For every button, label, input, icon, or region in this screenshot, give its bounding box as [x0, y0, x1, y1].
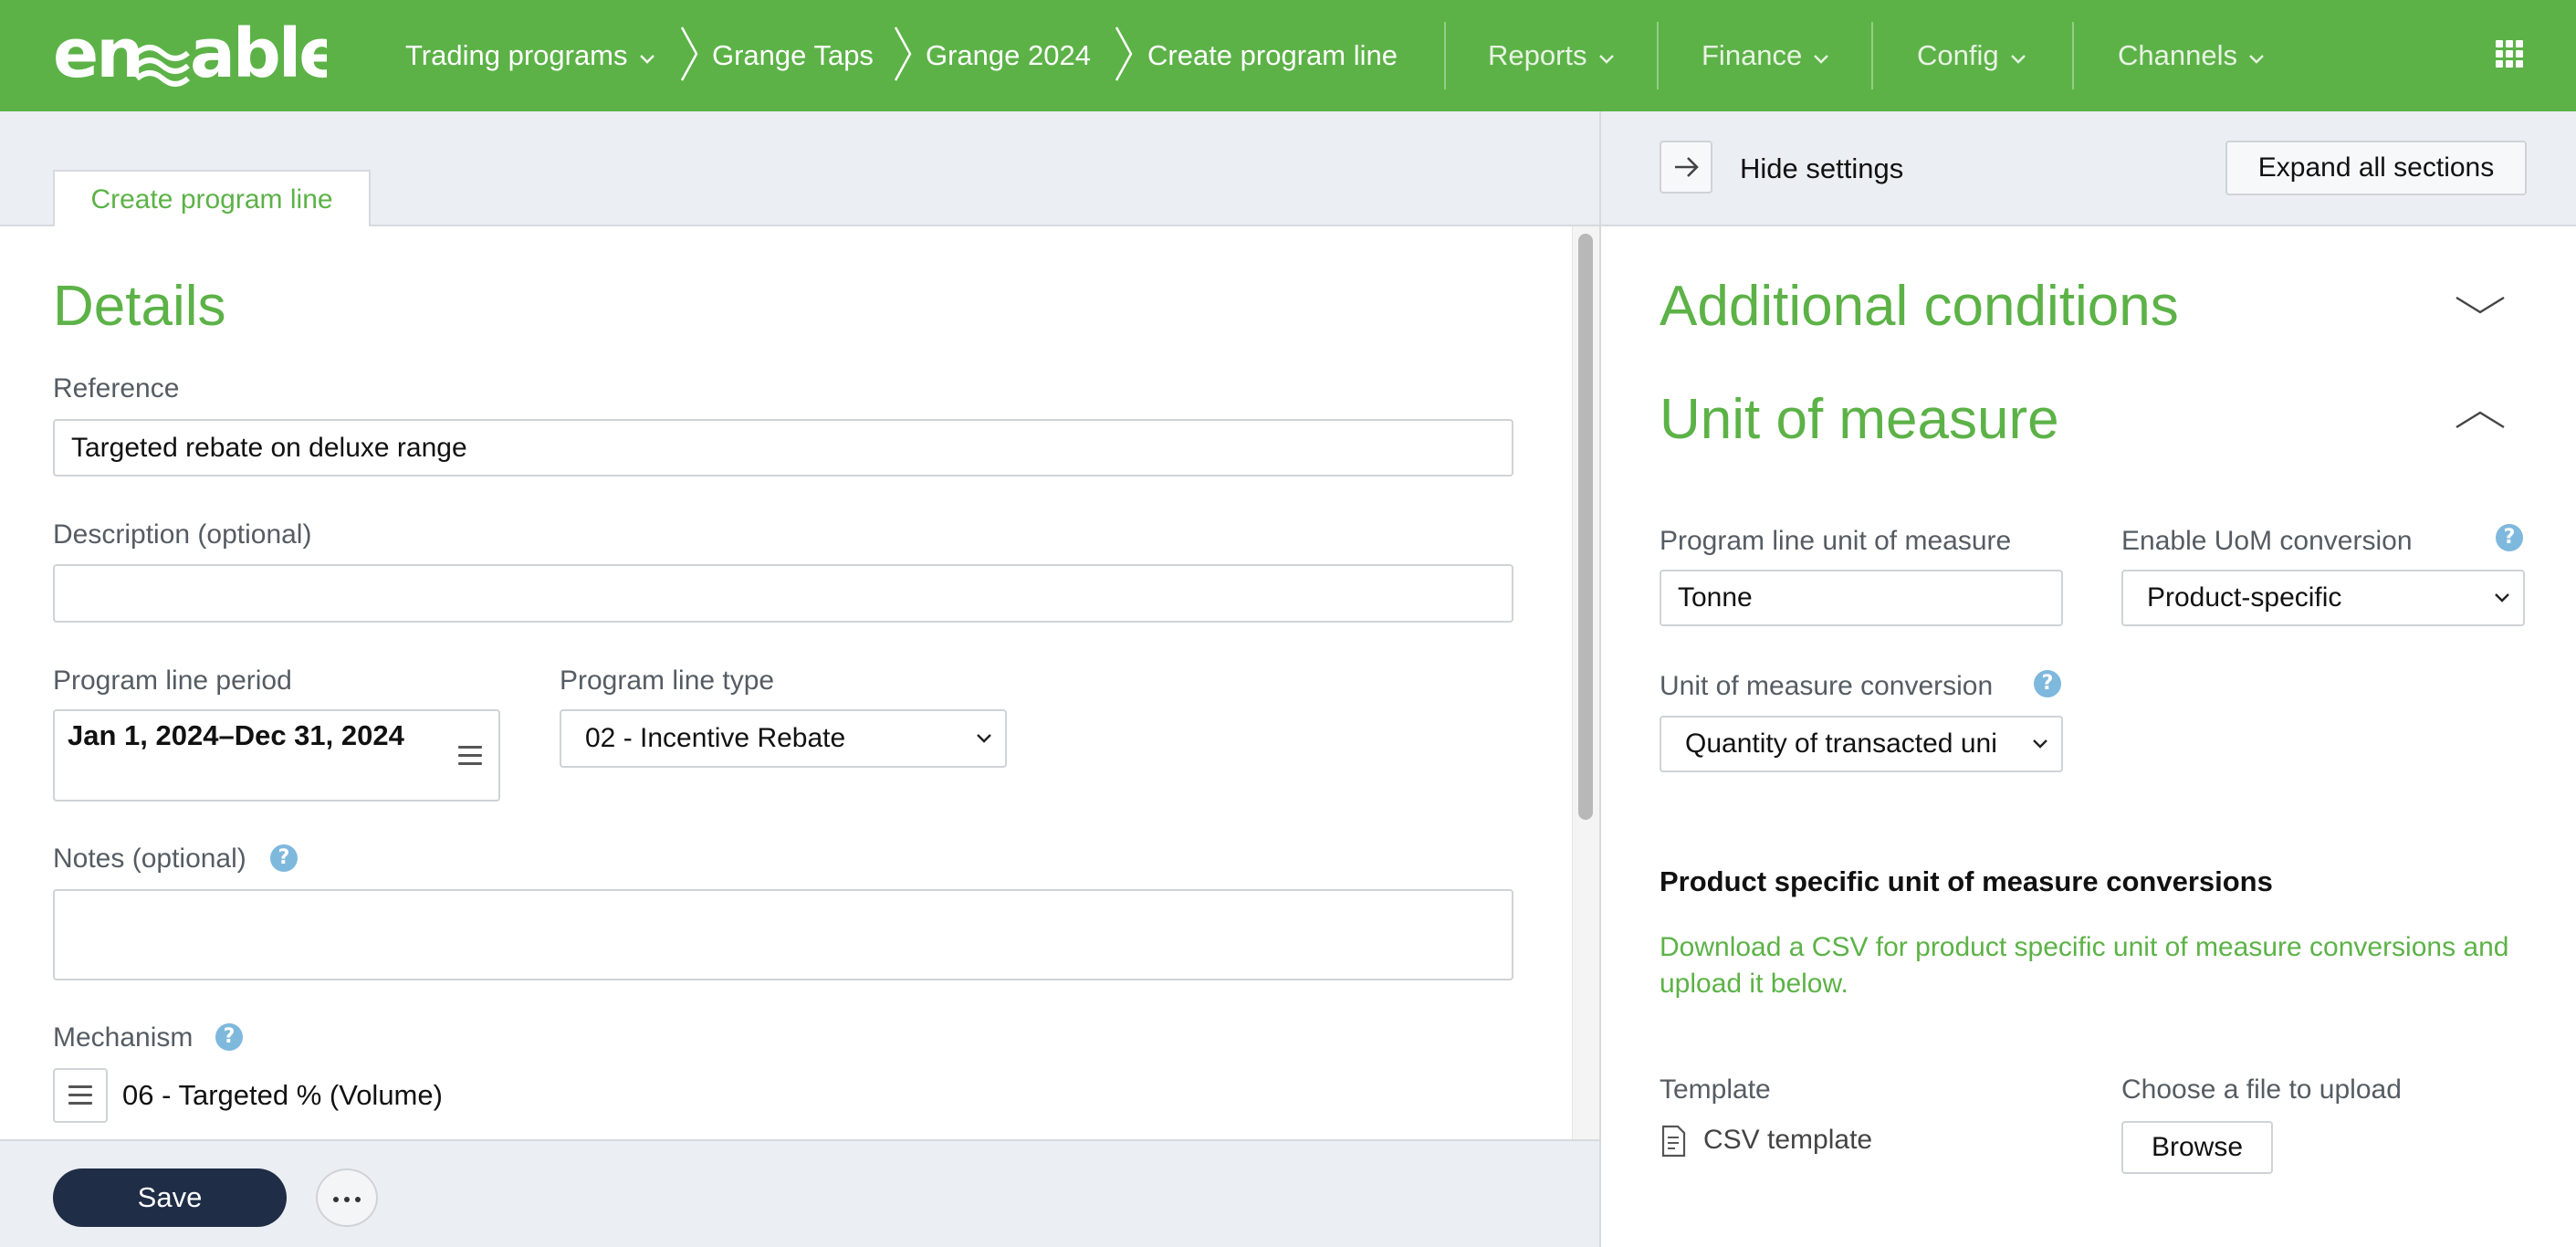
enable-uom-conversion-label: Enable UoM conversion: [2121, 526, 2413, 556]
nav-channels-label: Channels: [2118, 39, 2237, 71]
nav-config-label: Config: [1917, 39, 1999, 71]
hide-settings-button[interactable]: [1660, 141, 1712, 194]
enable-uom-conversion-value: Product-specific: [2147, 582, 2342, 613]
mechanism-menu-button[interactable]: [53, 1068, 108, 1123]
program-line-uom-label: Program line unit of measure: [1660, 526, 2012, 556]
nav-finance[interactable]: Finance: [1702, 0, 1829, 111]
breadcrumb-trading-programs[interactable]: Trading programs: [405, 0, 655, 111]
breadcrumb-separator-icon: [680, 26, 698, 81]
chevron-down-icon: [977, 734, 991, 743]
breadcrumb-grange-taps[interactable]: Grange Taps: [712, 0, 874, 111]
chevron-down-icon[interactable]: [2454, 294, 2507, 318]
nav-divider: [1871, 22, 1873, 89]
document-icon: [1661, 1125, 1686, 1158]
breadcrumb-grange-2024[interactable]: Grange 2024: [926, 0, 1091, 111]
breadcrumb-current-label: Create program line: [1147, 39, 1398, 71]
csv-template-link[interactable]: CSV template: [1703, 1125, 1872, 1156]
breadcrumb-grange-2024-label: Grange 2024: [926, 39, 1091, 71]
chevron-down-icon: [2010, 3, 2026, 109]
hide-settings-label[interactable]: Hide settings: [1740, 152, 1903, 185]
enable-logo[interactable]: en able: [53, 15, 344, 95]
expand-all-sections-button[interactable]: Expand all sections: [2225, 141, 2527, 195]
calendar-menu-icon[interactable]: [458, 746, 482, 770]
chevron-down-icon: [2495, 593, 2509, 603]
arrow-right-icon: [1675, 157, 1699, 177]
program-line-type-value: 02 - Incentive Rebate: [585, 723, 846, 753]
additional-conditions-title[interactable]: Additional conditions: [1660, 274, 2179, 339]
chevron-down-icon: [1598, 3, 1615, 109]
choose-file-label: Choose a file to upload: [2121, 1074, 2402, 1105]
uom-conversion-value: Quantity of transacted uni: [1685, 728, 1997, 759]
enable-uom-help-icon[interactable]: ?: [2496, 524, 2523, 551]
nav-finance-label: Finance: [1702, 39, 1803, 71]
chevron-down-icon: [1813, 3, 1829, 109]
nav-channels[interactable]: Channels: [2118, 0, 2265, 111]
mechanism-help-icon[interactable]: ?: [215, 1023, 243, 1051]
notes-help-icon[interactable]: ?: [270, 844, 298, 872]
description-label: Description (optional): [53, 519, 312, 550]
notes-label: Notes (optional): [53, 844, 246, 874]
unit-of-measure-title[interactable]: Unit of measure: [1660, 387, 2059, 452]
download-csv-link[interactable]: Download a CSV for product specific unit…: [1660, 929, 2518, 1002]
program-line-uom-input[interactable]: Tonne: [1660, 570, 2063, 626]
program-line-type-label: Program line type: [560, 665, 775, 696]
chevron-down-icon: [2033, 739, 2047, 749]
template-label: Template: [1660, 1074, 1771, 1105]
breadcrumb-separator-icon: [894, 26, 912, 81]
breadcrumb-grange-taps-label: Grange Taps: [712, 39, 874, 71]
nav-divider: [2072, 22, 2074, 89]
svg-text:en: en: [53, 16, 141, 93]
nav-config[interactable]: Config: [1917, 0, 2026, 111]
nav-reports-label: Reports: [1488, 39, 1587, 71]
app-grid-icon[interactable]: [2496, 40, 2523, 68]
reference-input[interactable]: Targeted rebate on deluxe range: [53, 419, 1513, 477]
uom-conversion-select[interactable]: Quantity of transacted uni: [1660, 716, 2063, 772]
breadcrumb-separator-icon: [1115, 26, 1133, 81]
program-line-uom-value: Tonne: [1678, 582, 1753, 613]
nav-reports[interactable]: Reports: [1488, 0, 1615, 111]
reference-value: Targeted rebate on deluxe range: [71, 432, 467, 463]
chevron-up-icon[interactable]: [2454, 407, 2507, 431]
enable-uom-conversion-select[interactable]: Product-specific: [2121, 570, 2525, 626]
program-line-period-value: Jan 1, 2024–Dec 31, 2024: [68, 719, 404, 751]
menu-icon: [68, 1085, 92, 1110]
mechanism-value: 06 - Targeted % (Volume): [122, 1079, 443, 1111]
browse-button[interactable]: Browse: [2121, 1121, 2273, 1174]
svg-text:able: able: [190, 16, 327, 93]
more-options-button[interactable]: [316, 1168, 378, 1227]
chevron-down-icon: [2248, 3, 2265, 109]
program-line-period-label: Program line period: [53, 665, 292, 696]
reference-label: Reference: [53, 373, 180, 403]
save-button[interactable]: Save: [53, 1168, 287, 1227]
notes-input[interactable]: [53, 889, 1513, 980]
uom-conversion-help-icon[interactable]: ?: [2034, 670, 2061, 697]
mechanism-label: Mechanism: [53, 1022, 194, 1053]
program-line-type-select[interactable]: 02 - Incentive Rebate: [560, 709, 1007, 768]
nav-divider: [1444, 22, 1446, 89]
uom-conversion-label: Unit of measure conversion: [1660, 671, 1994, 701]
details-title: Details: [53, 275, 226, 338]
description-input[interactable]: [53, 564, 1513, 623]
breadcrumb-current: Create program line: [1147, 0, 1398, 111]
chevron-down-icon: [639, 3, 655, 109]
nav-divider: [1657, 22, 1659, 89]
tab-create-program-line[interactable]: Create program line: [53, 170, 371, 228]
scrollbar-thumb[interactable]: [1578, 234, 1593, 820]
breadcrumb-trading-programs-label: Trading programs: [405, 39, 628, 71]
product-specific-heading: Product specific unit of measure convers…: [1660, 865, 2273, 897]
